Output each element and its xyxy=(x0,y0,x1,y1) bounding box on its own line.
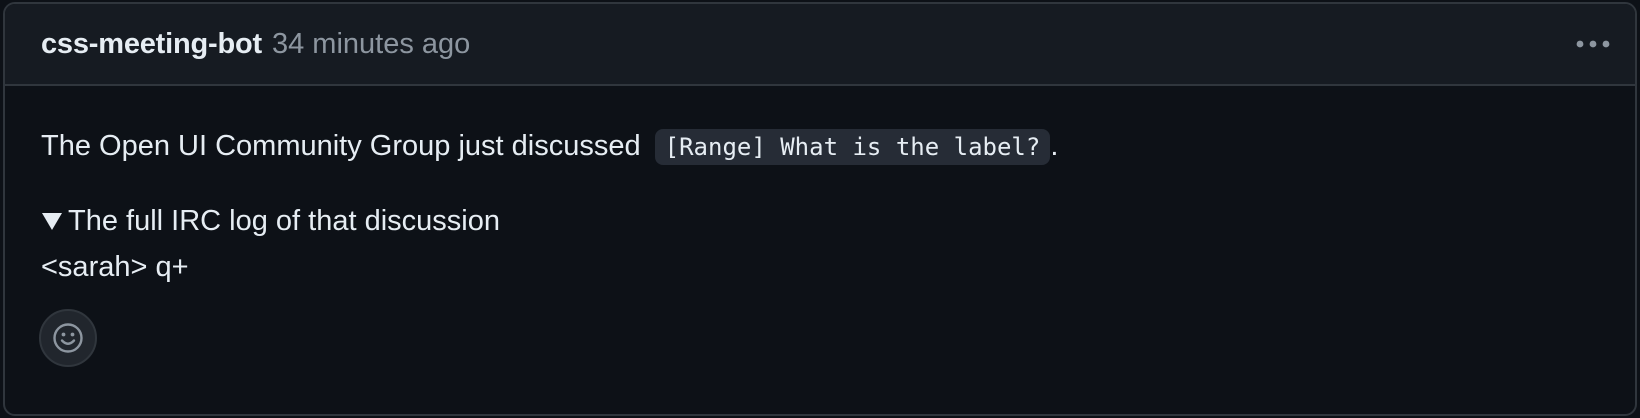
kebab-horizontal-icon xyxy=(1576,40,1610,48)
comment-options-button[interactable] xyxy=(1571,30,1615,58)
timestamp-link[interactable]: 34 minutes ago xyxy=(272,28,470,61)
irc-log-line: <sarah> q+ xyxy=(41,251,189,283)
irc-log-details: The full IRC log of that discussion <sar… xyxy=(41,199,1599,291)
timeline-comment: css-meeting-bot 34 minutes ago The Open … xyxy=(3,2,1637,416)
intro-text: The Open UI Community Group just discuss… xyxy=(41,130,649,162)
comment-header: css-meeting-bot 34 minutes ago xyxy=(5,4,1635,86)
author-link[interactable]: css-meeting-bot xyxy=(41,28,262,61)
issue-link[interactable]: [Range] What is the label? xyxy=(654,129,1051,165)
intro-paragraph: The Open UI Community Group just discuss… xyxy=(41,124,1599,169)
details-summary-label: The full IRC log of that discussion xyxy=(68,205,500,237)
intro-suffix: . xyxy=(1050,130,1059,162)
details-summary[interactable]: The full IRC log of that discussion xyxy=(41,199,1599,243)
comment-body: The Open UI Community Group just discuss… xyxy=(5,86,1635,291)
add-reaction-button[interactable] xyxy=(39,309,97,367)
smiley-icon xyxy=(53,323,83,353)
triangle-down-icon xyxy=(42,212,62,230)
